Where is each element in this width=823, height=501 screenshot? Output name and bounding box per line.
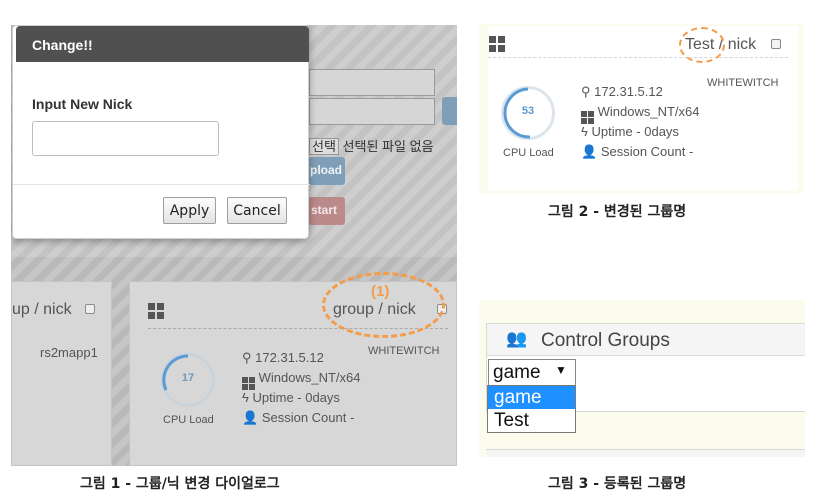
group-select[interactable]: game ▼ [488,359,576,386]
card-divider [488,57,788,58]
map-marker-icon: ⚲ [581,84,591,99]
new-nick-label: Input New Nick [32,96,133,112]
group-options-list: game Test [487,385,576,433]
os-name: Windows_NT/x64 [258,370,361,385]
control-groups-title: Control Groups [541,330,670,351]
left-server-card: up / nick rs2mapp1 [11,281,112,466]
machine-name: WHITEWITCH [368,345,440,357]
uptime-row: ϟ Uptime - 0days [581,124,679,139]
figure-1-screenshot: 선택 선택된 파일 없음 pload start Change!! Input … [11,25,457,466]
figure-1-caption: 그림 1 - 그룹/닉 변경 다이얼로그 [80,476,280,492]
group-select-value: game [493,362,541,383]
uptime-text: Uptime - 0days [591,124,679,139]
session-row: 👤 Session Count - [242,410,354,426]
cpu-gauge: 53 [501,86,555,140]
figure-3-screenshot: 👥 Control Groups game ▼ game Test [479,300,805,457]
figure-2-caption: 그림 2 - 변경된 그룹명 [548,204,687,220]
uptime-row: ϟ Uptime - 0days [242,390,340,405]
server-card-updated: Test / nick WHITEWITCH 53 CPU Load ⚲ 172… [488,26,798,191]
user-icon: 👤 [242,410,259,425]
file-no-selection-text: 선택된 파일 없음 [342,139,434,154]
session-count: Session Count - [600,144,694,159]
os-row: Windows_NT/x64 [581,104,700,124]
background-start-button: start [308,197,345,225]
highlight-ellipse [322,272,445,338]
apply-button[interactable]: Apply [163,197,216,224]
annotation-number: (1) [371,283,390,300]
dialog-divider [13,184,310,185]
session-row: 👤 Session Count - [581,144,693,160]
windows-icon [148,303,164,319]
ip-row: ⚲ 172.31.5.12 [242,350,324,366]
control-groups-header: 👥 Control Groups [486,323,805,356]
file-choose-button: 선택 [309,138,339,155]
change-nick-dialog: Change!! Input New Nick Apply Cancel [12,25,310,239]
left-card-checkbox[interactable] [85,304,95,314]
group-option-game[interactable]: game [488,386,575,409]
cpu-label: CPU Load [503,147,554,159]
figure-3-caption: 그림 3 - 등록된 그룹명 [548,476,687,492]
windows-icon [581,111,594,124]
server-select-checkbox[interactable] [771,39,781,49]
user-icon: 👤 [581,144,598,159]
uptime-text: Uptime - 0days [252,390,340,405]
figure-2-screenshot: Test / nick WHITEWITCH 53 CPU Load ⚲ 172… [479,24,804,193]
users-icon: 👥 [506,329,528,348]
background-file-chooser: 선택 선택된 파일 없음 [309,136,434,155]
highlight-ellipse [679,27,725,63]
map-marker-icon: ⚲ [242,350,252,365]
cpu-value: 17 [181,372,195,384]
left-card-host: rs2mapp1 [40,345,98,360]
cpu-gauge: 17 [161,353,215,407]
cpu-value: 53 [521,105,535,117]
bolt-icon: ϟ [581,124,588,139]
windows-icon [489,36,505,52]
ip-address: 172.31.5.12 [594,84,663,99]
cpu-label: CPU Load [163,414,214,426]
nick-name[interactable]: nick [728,36,756,53]
os-row: Windows_NT/x64 [242,370,361,390]
next-panel-header [486,449,805,457]
group-option-test[interactable]: Test [488,409,575,432]
background-upload-button: pload [308,157,345,185]
ip-row: ⚲ 172.31.5.12 [581,84,663,100]
os-name: Windows_NT/x64 [597,104,700,119]
dialog-title: Change!! [16,26,309,62]
new-nick-input[interactable] [32,121,219,156]
background-text-field-2 [309,98,435,125]
windows-icon [242,377,255,390]
background-text-field [309,69,435,96]
caret-down-icon: ▼ [555,363,567,377]
left-card-title: up / nick [12,301,72,318]
background-upload-icon-button [442,97,457,125]
session-count: Session Count - [261,410,355,425]
ip-address: 172.31.5.12 [255,350,324,365]
bolt-icon: ϟ [242,390,249,405]
machine-name: WHITEWITCH [707,77,779,89]
cancel-button[interactable]: Cancel [227,197,287,224]
